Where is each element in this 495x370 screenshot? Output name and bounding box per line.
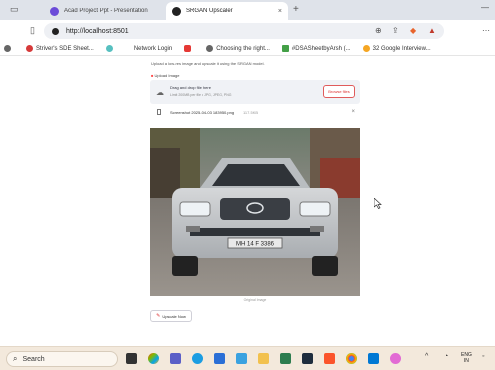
bookmark-dsa-sheet[interactable]: #DSASheetbyArsh (... — [281, 45, 351, 52]
new-tab-button[interactable]: + — [293, 4, 299, 15]
lang-line2: IN — [463, 358, 469, 364]
upload-label: ■ Upload Image — [151, 73, 179, 78]
bookmark-label: Striver's SDE Sheet... — [36, 45, 94, 52]
search-icon: ⌕ — [13, 354, 18, 363]
globe-icon — [4, 45, 11, 52]
upload-label-text: Upload Image — [154, 73, 180, 78]
youtube-icon — [184, 45, 192, 52]
file-explorer-icon[interactable] — [258, 353, 269, 364]
tray-overflow-icon[interactable]: ^ — [425, 353, 428, 360]
app-page: Upload a low-res image and upscale it us… — [0, 57, 495, 346]
terminal-icon[interactable] — [302, 353, 313, 364]
bookmark-label: Network Login — [133, 45, 173, 52]
app-icon[interactable] — [280, 353, 291, 364]
remove-file-button[interactable]: × — [351, 109, 355, 115]
bookmark-choosing[interactable]: Choosing the right... — [206, 45, 270, 52]
tab-title: SRGAN Upscaler — [186, 8, 233, 14]
brave-rewards-icon[interactable]: ▲ — [428, 26, 436, 35]
tab-title: Acad Project Ppt - Presentation — [64, 8, 148, 14]
search-placeholder: Search — [22, 355, 45, 363]
network-login-favicon-icon — [124, 45, 131, 52]
site-info-icon[interactable] — [52, 27, 59, 35]
car-photo: MH 14 F 3386 — [150, 128, 360, 296]
file-name: Screenshot 2025-04-03 183950.png — [170, 110, 235, 115]
wifi-icon[interactable]: ◔ — [444, 353, 448, 360]
vscode-icon[interactable] — [236, 353, 247, 364]
bookmark-icon[interactable]: ▯ — [30, 25, 35, 36]
taskbar-search-box[interactable]: ⌕ Search — [6, 351, 118, 367]
zoom-icon[interactable]: ⊕ — [375, 26, 382, 35]
store-icon[interactable] — [214, 353, 225, 364]
brave-icon[interactable] — [324, 353, 335, 364]
share-icon[interactable]: ⇪ — [392, 26, 399, 35]
presentation-favicon-icon — [50, 6, 59, 16]
bookmark-network-login[interactable]: Network Login — [105, 45, 173, 52]
bookmark-striver[interactable]: Striver's SDE Sheet... — [26, 45, 94, 52]
address-bar[interactable]: http://localhost:8501 — [44, 23, 444, 39]
network-status-icon[interactable]: ◦ — [482, 353, 484, 360]
tab-strip: ▭ Acad Project Ppt - Presentation SRGAN … — [0, 0, 495, 20]
dropzone-limit: Limit 200MB per file • JPG, JPEG, PNG — [170, 93, 232, 97]
chrome-icon[interactable] — [346, 353, 357, 364]
language-indicator[interactable]: ENG IN — [461, 352, 472, 364]
app-intro-text: Upload a low-res image and upscale it us… — [151, 61, 265, 66]
snipping-tool-icon[interactable] — [390, 353, 401, 364]
bookmarks-bar: Striver's SDE Sheet... Network Login Cho… — [0, 42, 495, 56]
browser-toolbar: ▯ http://localhost:8501 ⊕ ⇪ ◆ ▲ ⋯ — [0, 20, 495, 42]
browse-files-button[interactable]: Browse files — [323, 85, 355, 98]
sheets-icon — [281, 45, 289, 52]
uploaded-file-row: Screenshot 2025-04-03 183950.png 117.5KB… — [150, 107, 360, 119]
upscale-label: Upscale Now — [162, 313, 186, 319]
visual-studio-code-icon[interactable] — [368, 353, 379, 364]
edge-icon[interactable] — [192, 353, 203, 364]
brave-shield-icon[interactable]: ◆ — [410, 26, 416, 35]
file-dropzone[interactable]: ☁ Drag and drop file here Limit 200MB pe… — [150, 80, 360, 104]
minimize-icon[interactable]: — — [481, 3, 489, 12]
upload-dot-icon: ■ — [151, 73, 154, 78]
bookmark-globe[interactable] — [4, 45, 14, 52]
file-size: 117.5KB — [243, 110, 259, 115]
file-icon — [157, 109, 161, 115]
extensions-icon[interactable]: ⋯ — [482, 26, 490, 35]
pencil-icon: ✎ — [156, 313, 161, 319]
tab-presentation[interactable]: Acad Project Ppt - Presentation — [44, 2, 166, 20]
license-plate-text: MH 14 F 3386 — [236, 242, 275, 248]
url-text: http://localhost:8501 — [66, 27, 129, 35]
taskbar: ⌕ Search ^ ◔ ENG IN ◦ — [0, 346, 495, 370]
bookmark-label: 32 Google Interview... — [372, 45, 431, 52]
bookmark-youtube[interactable] — [184, 45, 194, 52]
upscale-now-button[interactable]: ✎ Upscale Now — [150, 310, 192, 322]
network-icon — [105, 45, 113, 52]
mouse-cursor-icon — [374, 198, 382, 209]
bookmark-google-interview[interactable]: 32 Google Interview... — [362, 45, 431, 52]
copilot-icon[interactable] — [148, 353, 159, 364]
close-tab-icon[interactable]: × — [278, 8, 282, 15]
image-caption: Original Image — [243, 298, 267, 302]
teams-icon[interactable] — [170, 353, 181, 364]
task-view-icon[interactable] — [126, 353, 137, 364]
tab-srgan-upscaler[interactable]: SRGAN Upscaler × — [166, 2, 288, 20]
streamlit-favicon-icon — [172, 6, 181, 16]
sidebar-toggle-icon[interactable]: ▭ — [10, 4, 19, 15]
site-icon — [362, 45, 370, 52]
cloud-upload-icon: ☁ — [156, 88, 164, 97]
bookmark-label: Choosing the right... — [216, 45, 270, 52]
original-image: MH 14 F 3386 — [150, 128, 360, 296]
globe-icon — [206, 45, 214, 52]
bookmark-label: #DSASheetbyArsh (... — [291, 45, 351, 52]
striver-icon — [26, 45, 33, 52]
dropzone-title: Drag and drop file here — [170, 85, 211, 90]
